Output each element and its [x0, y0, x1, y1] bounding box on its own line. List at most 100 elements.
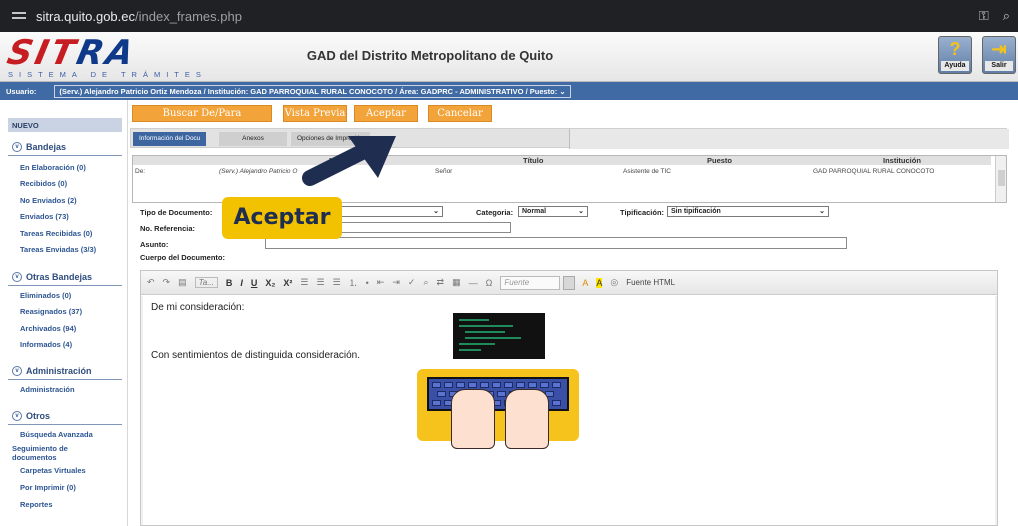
categoria-select[interactable]: Normal ⌄ — [518, 206, 588, 217]
section-otras-label: Otras Bandejas — [26, 271, 93, 282]
undo-icon[interactable]: ↶ — [147, 277, 155, 288]
chevron-down-icon: ⌄ — [433, 208, 439, 215]
sidebar-item-en-elaboracion[interactable]: En Elaboración (0) — [20, 163, 86, 172]
user-value: (Serv.) Alejandro Patricio Ortiz Mendoza… — [59, 86, 558, 96]
vista-previa-button[interactable]: Vista Previa — [283, 105, 347, 122]
editor-line-1: De mi consideración: — [151, 302, 245, 313]
link-globe-icon[interactable]: ◎ — [610, 277, 618, 288]
underline-button[interactable]: U — [251, 278, 258, 288]
bg-color-icon[interactable]: A — [596, 277, 603, 288]
tab-anexos[interactable]: Anexos — [219, 132, 287, 146]
outdent-icon[interactable]: ⇤ — [377, 277, 385, 288]
site-settings-icon[interactable] — [12, 11, 26, 21]
row-institution: GAD PARROQUIAL RURAL CONOCOTO — [813, 168, 935, 175]
source-html-button[interactable]: Fuente HTML — [626, 278, 675, 287]
replace-icon[interactable]: ⇄ — [437, 277, 445, 288]
section-otros[interactable]: v Otros — [8, 407, 122, 425]
align-right-icon[interactable]: ☰ — [333, 277, 341, 288]
key-icon[interactable]: ⚿ — [979, 8, 989, 24]
horizontal-rule-icon[interactable]: — — [469, 278, 478, 288]
tipificacion-select[interactable]: Sin tipificación ⌄ — [667, 206, 829, 217]
align-left-icon[interactable]: ☰ — [300, 277, 308, 288]
main-panel: Buscar De/Para Vista Previa Aceptar Canc… — [130, 100, 1018, 526]
buscar-de-para-button[interactable]: Buscar De/Para — [132, 105, 272, 122]
scrollbar-thumb[interactable] — [998, 170, 1005, 186]
editor-body[interactable]: De mi consideración: Con sentimientos de… — [141, 296, 997, 525]
zoom-icon[interactable]: ⌕ — [1003, 8, 1010, 24]
recipients-table: Nombre Título Puesto Institución De: (Se… — [132, 155, 1007, 203]
sidebar-item-tareas-recibidas[interactable]: Tareas Recibidas (0) — [20, 229, 92, 238]
monitor-illustration — [453, 313, 545, 359]
sidebar-item-reportes[interactable]: Reportes — [20, 500, 53, 509]
superscript-button[interactable]: X² — [283, 278, 292, 288]
sidebar-item-informados[interactable]: Informados (4) — [20, 340, 72, 349]
table-header: Nombre Título Puesto Institución — [133, 156, 991, 165]
row-type: De: — [135, 168, 146, 175]
bullet-list-icon[interactable]: • — [366, 278, 369, 288]
sidebar-item-busqueda-avanzada[interactable]: Búsqueda Avanzada — [20, 430, 93, 439]
section-admin-label: Administración — [26, 365, 92, 376]
sidebar-item-por-imprimir[interactable]: Por Imprimir (0) — [20, 483, 76, 492]
chevron-down-icon: ⌄ — [819, 208, 825, 215]
url-domain[interactable]: sitra.quito.gob.ec — [36, 9, 135, 24]
sidebar-item-administracion[interactable]: Administración — [20, 385, 75, 394]
cancelar-button[interactable]: Cancelar — [428, 105, 492, 122]
sidebar-item-reasignados[interactable]: Reasignados (37) — [20, 307, 82, 316]
col-institucion: Institución — [883, 156, 921, 165]
font-select[interactable]: Fuente — [500, 275, 576, 290]
exit-button[interactable]: ⇥ Salir — [982, 36, 1016, 74]
align-center-icon[interactable]: ☰ — [317, 277, 325, 288]
subscript-button[interactable]: X₂ — [265, 278, 275, 288]
referencia-label: No. Referencia: — [140, 224, 196, 233]
url-path[interactable]: /index_frames.php — [135, 9, 242, 24]
paste-icon[interactable]: ▤ — [178, 277, 187, 288]
tipificacion-value: Sin tipificación — [671, 208, 721, 215]
table-scrollbar[interactable] — [995, 156, 1006, 202]
bold-button[interactable]: B — [226, 278, 233, 288]
text-color-icon[interactable]: A — [582, 278, 588, 288]
sidebar-item-eliminados[interactable]: Eliminados (0) — [20, 291, 71, 300]
section-administracion[interactable]: v Administración — [8, 362, 122, 380]
chevron-down-icon: ⌄ — [578, 208, 584, 215]
special-char-icon[interactable]: Ω — [486, 278, 493, 288]
section-bandejas[interactable]: v Bandejas — [8, 138, 122, 156]
sidebar-item-no-enviados[interactable]: No Enviados (2) — [20, 196, 77, 205]
find-icon[interactable]: ⌕ — [423, 277, 428, 288]
sidebar-item-carpetas-virtuales[interactable]: Carpetas Virtuales — [20, 466, 86, 475]
user-select[interactable]: (Serv.) Alejandro Patricio Ortiz Mendoza… — [54, 84, 571, 98]
spellcheck-icon[interactable]: ✓ — [408, 277, 416, 288]
sidebar-item-seguimiento[interactable]: Seguimiento de documentos — [12, 444, 104, 462]
help-button[interactable]: ? Ayuda — [938, 36, 972, 74]
sidebar-item-archivados[interactable]: Archivados (94) — [20, 324, 76, 333]
sidebar: NUEVO v Bandejas En Elaboración (0) Recib… — [0, 100, 128, 526]
asunto-input[interactable] — [265, 237, 847, 249]
cuerpo-label: Cuerpo del Documento: — [140, 253, 226, 262]
exit-label: Salir — [985, 61, 1013, 71]
style-select[interactable]: Ta... — [194, 277, 218, 288]
col-titulo: Título — [523, 156, 544, 165]
indent-icon[interactable]: ⇥ — [392, 277, 400, 288]
sidebar-item-tareas-enviadas[interactable]: Tareas Enviadas (3/3) — [20, 245, 96, 254]
editor-line-2: Con sentimientos de distinguida consider… — [151, 350, 361, 361]
table-icon[interactable]: ▦ — [452, 277, 461, 288]
user-label: Usuario: — [6, 86, 37, 96]
editor-page[interactable]: De mi consideración: Con sentimientos de… — [143, 296, 995, 525]
sidebar-item-enviados[interactable]: Enviados (73) — [20, 212, 69, 221]
page-title: GAD del Distrito Metropolitano de Quito — [306, 48, 554, 63]
new-document-button[interactable]: NUEVO — [8, 118, 122, 132]
left-hand-icon — [451, 389, 495, 449]
aceptar-button[interactable]: Aceptar — [354, 105, 418, 122]
sidebar-item-recibidos[interactable]: Recibidos (0) — [20, 179, 67, 188]
section-otros-label: Otros — [26, 410, 51, 421]
chevron-down-icon: v — [12, 365, 22, 376]
redo-icon[interactable]: ↷ — [163, 277, 171, 288]
section-otras-bandejas[interactable]: v Otras Bandejas — [8, 268, 122, 286]
col-puesto: Puesto — [707, 156, 733, 165]
tab-informacion[interactable]: Información del Docu — [133, 132, 207, 146]
rich-text-editor: ↶ ↷ ▤ Ta... B I U X₂ X² ☰ ☰ ☰ ⒈ • ⇤ ⇥ ✓ … — [140, 270, 998, 526]
app-header: SITRA SISTEMA DE TRÁMITES GAD del Distri… — [0, 32, 1018, 82]
numbered-list-icon[interactable]: ⒈ — [349, 276, 358, 289]
browser-address-bar[interactable]: sitra.quito.gob.ec /index_frames.php ⚿ ⌕ — [0, 0, 1018, 32]
editor-toolbar: ↶ ↷ ▤ Ta... B I U X₂ X² ☰ ☰ ☰ ⒈ • ⇤ ⇥ ✓ … — [141, 271, 997, 295]
italic-button[interactable]: I — [240, 278, 243, 288]
